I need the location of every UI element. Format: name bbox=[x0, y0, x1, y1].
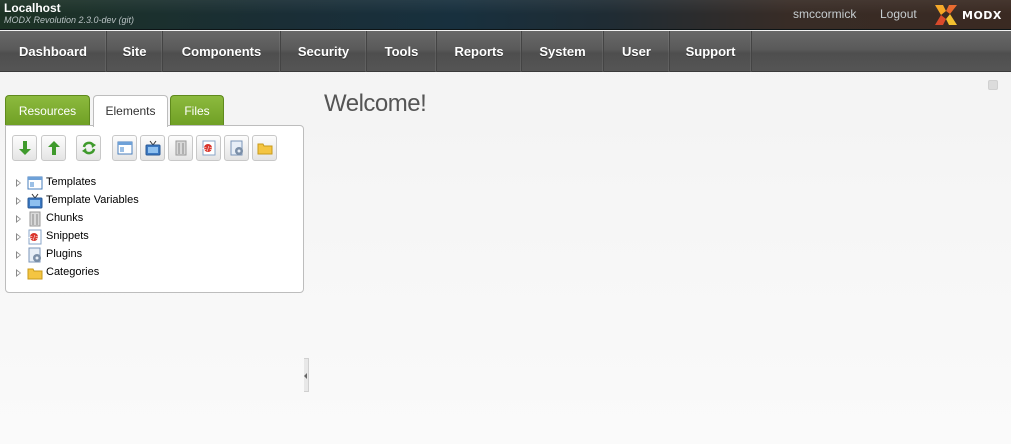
page-title: Welcome! bbox=[324, 90, 427, 117]
tree-node-label[interactable]: Template Variables bbox=[46, 194, 139, 206]
new-chunk-button[interactable] bbox=[168, 135, 193, 161]
elements-tree-panel: </> Templates Template Variables Chunks … bbox=[5, 125, 304, 293]
nav-tools[interactable]: Tools bbox=[367, 31, 437, 72]
logo-text: MODX bbox=[962, 9, 1002, 22]
nav-system[interactable]: System bbox=[522, 31, 604, 72]
dashboard-config-button[interactable] bbox=[988, 80, 998, 90]
arrow-up-icon bbox=[48, 141, 60, 155]
tree-node-plugins[interactable]: Plugins bbox=[16, 247, 216, 263]
expand-all-button[interactable] bbox=[12, 135, 37, 161]
tree-node-label[interactable]: Chunks bbox=[46, 212, 83, 224]
tree-node-label[interactable]: Plugins bbox=[46, 248, 82, 260]
nav-reports[interactable]: Reports bbox=[437, 31, 522, 72]
collapse-all-button[interactable] bbox=[41, 135, 66, 161]
nav-dashboard[interactable]: Dashboard bbox=[0, 31, 107, 72]
modx-logo[interactable]: MODX bbox=[933, 3, 1009, 27]
expand-arrow-icon[interactable] bbox=[16, 197, 21, 205]
new-plugin-button[interactable] bbox=[224, 135, 249, 161]
plugin-icon bbox=[230, 140, 243, 156]
tree-node-template-variables[interactable]: Template Variables bbox=[16, 193, 216, 209]
tab-elements[interactable]: Elements bbox=[93, 95, 168, 127]
tv-icon bbox=[145, 140, 161, 156]
tree-node-label[interactable]: Snippets bbox=[46, 230, 89, 242]
refresh-button[interactable] bbox=[76, 135, 101, 161]
tv-icon bbox=[27, 193, 43, 209]
tree-node-snippets[interactable]: </> Snippets bbox=[16, 229, 216, 245]
username-link[interactable]: smccormick bbox=[793, 7, 856, 21]
arrow-down-icon bbox=[19, 141, 31, 155]
folder-icon bbox=[257, 143, 273, 155]
chunk-icon bbox=[175, 140, 187, 156]
svg-text:</>: </> bbox=[28, 235, 40, 242]
svg-text:</>: </> bbox=[202, 146, 214, 153]
new-category-button[interactable] bbox=[252, 135, 277, 161]
snippet-icon: </> bbox=[202, 140, 216, 156]
tree-node-label[interactable]: Templates bbox=[46, 176, 96, 188]
expand-arrow-icon[interactable] bbox=[16, 251, 21, 259]
template-icon bbox=[27, 176, 43, 190]
expand-arrow-icon[interactable] bbox=[16, 215, 21, 223]
tab-files[interactable]: Files bbox=[170, 95, 224, 126]
top-header: Localhost MODX Revolution 2.3.0-dev (git… bbox=[0, 0, 1011, 30]
snippet-icon: </> bbox=[28, 229, 42, 245]
nav-site[interactable]: Site bbox=[107, 31, 163, 72]
expand-arrow-icon[interactable] bbox=[16, 179, 21, 187]
nav-user[interactable]: User bbox=[604, 31, 670, 72]
tree-node-chunks[interactable]: Chunks bbox=[16, 211, 216, 227]
site-name[interactable]: Localhost bbox=[4, 1, 61, 15]
plugin-icon bbox=[28, 247, 41, 263]
sidebar-collapse-handle[interactable] bbox=[304, 358, 309, 392]
refresh-icon bbox=[82, 141, 96, 155]
new-template-button[interactable] bbox=[112, 135, 137, 161]
tree-node-templates[interactable]: Templates bbox=[16, 175, 216, 191]
main-nav: Dashboard Site Components Security Tools… bbox=[0, 31, 1011, 72]
template-icon bbox=[117, 141, 133, 155]
folder-icon bbox=[27, 268, 43, 280]
new-tv-button[interactable] bbox=[140, 135, 165, 161]
site-version: MODX Revolution 2.3.0-dev (git) bbox=[4, 15, 135, 25]
chunk-icon bbox=[29, 211, 41, 227]
new-snippet-button[interactable]: </> bbox=[196, 135, 221, 161]
nav-security[interactable]: Security bbox=[281, 31, 367, 72]
nav-components[interactable]: Components bbox=[163, 31, 281, 72]
expand-arrow-icon[interactable] bbox=[16, 269, 21, 277]
modx-logo-icon bbox=[935, 5, 957, 25]
tree-node-label[interactable]: Categories bbox=[46, 266, 99, 278]
tree-node-categories[interactable]: Categories bbox=[16, 265, 216, 281]
expand-arrow-icon[interactable] bbox=[16, 233, 21, 241]
nav-support[interactable]: Support bbox=[670, 31, 752, 72]
logout-link[interactable]: Logout bbox=[880, 7, 917, 21]
tab-resources[interactable]: Resources bbox=[5, 95, 90, 126]
